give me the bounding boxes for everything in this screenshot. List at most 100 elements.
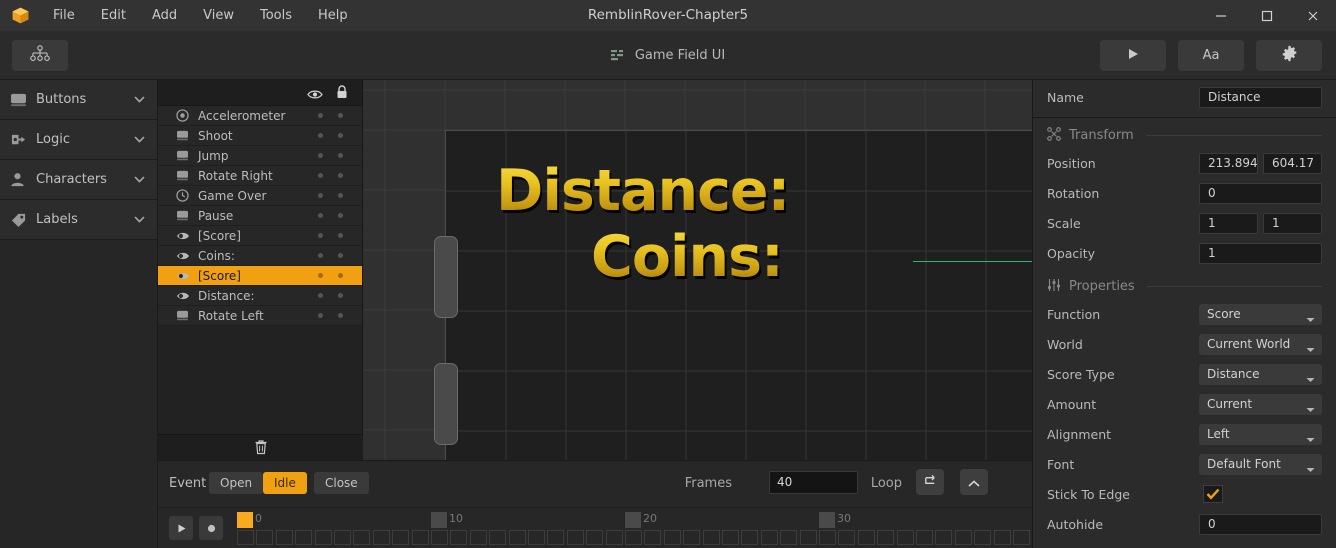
frame-cell[interactable] [1013, 530, 1030, 545]
sidebar-item-buttons[interactable]: Buttons [0, 80, 157, 120]
frame-cell[interactable] [566, 530, 584, 545]
frame-cell[interactable] [974, 530, 992, 545]
eye-icon[interactable] [307, 85, 323, 104]
frame-cell[interactable] [993, 530, 1011, 545]
layer-visibility-toggle[interactable] [318, 233, 323, 238]
opacity-input[interactable]: 1 [1199, 242, 1322, 264]
menu-item-view[interactable]: View [190, 0, 247, 31]
frame-cell[interactable] [586, 530, 604, 545]
layer-visibility-toggle[interactable] [318, 273, 323, 278]
timeline-play-button[interactable] [169, 516, 193, 540]
menu-item-tools[interactable]: Tools [247, 0, 305, 31]
frame-cell[interactable] [314, 530, 332, 545]
frame-cell[interactable] [237, 530, 254, 545]
onscreen-button-left-1[interactable] [434, 236, 458, 318]
layer-row[interactable]: Distance: [158, 286, 362, 306]
menu-item-edit[interactable]: Edit [88, 0, 139, 31]
frame-cell[interactable] [954, 530, 972, 545]
frame-cell[interactable] [392, 530, 410, 545]
frame-cell[interactable] [935, 530, 953, 545]
canvas-viewport[interactable]: Distance: Coins: [363, 80, 1032, 460]
layer-row[interactable]: Game Over [158, 186, 362, 206]
frame-cell[interactable] [411, 530, 429, 545]
frame-cell[interactable] [741, 530, 759, 545]
property-dropdown[interactable]: Left [1199, 423, 1322, 445]
property-dropdown[interactable]: Current [1199, 393, 1322, 415]
lock-icon[interactable] [336, 84, 348, 103]
layer-lock-toggle[interactable] [338, 313, 343, 318]
layer-row[interactable]: Shoot [158, 126, 362, 146]
layer-visibility-toggle[interactable] [318, 313, 323, 318]
menu-item-add[interactable]: Add [139, 0, 190, 31]
frames-input[interactable]: 40 [769, 471, 858, 494]
layer-lock-toggle[interactable] [338, 133, 343, 138]
frame-cell[interactable] [780, 530, 798, 545]
frame-cell[interactable] [857, 530, 875, 545]
layer-row[interactable]: Accelerometer [158, 106, 362, 126]
layer-row[interactable]: Rotate Right [158, 166, 362, 186]
frame-cell[interactable] [702, 530, 720, 545]
frame-cell[interactable] [819, 530, 836, 545]
layer-lock-toggle[interactable] [338, 153, 343, 158]
layer-lock-toggle[interactable] [338, 113, 343, 118]
game-label-distance[interactable]: Distance: [496, 158, 790, 224]
frame-cell[interactable] [625, 530, 642, 545]
close-icon[interactable] [1290, 0, 1336, 31]
frame-cell[interactable] [663, 530, 681, 545]
frame-ruler[interactable]: 0 10 20 30 [236, 508, 1032, 548]
layer-row[interactable]: [Score] [158, 266, 362, 286]
minimize-icon[interactable] [1198, 0, 1244, 31]
scale-y-input[interactable]: 1 [1263, 212, 1322, 234]
menu-item-file[interactable]: File [40, 0, 88, 31]
trash-icon[interactable] [254, 439, 268, 459]
ruler-tick-mark[interactable] [819, 512, 835, 528]
sidebar-item-labels[interactable]: Labels [0, 200, 157, 240]
property-checkbox[interactable] [1203, 485, 1223, 503]
frame-cell[interactable] [644, 530, 662, 545]
frame-cell[interactable] [295, 530, 313, 545]
frame-cell[interactable] [256, 530, 274, 545]
game-label-coins[interactable]: Coins: [591, 224, 784, 290]
frame-cell[interactable] [450, 530, 468, 545]
frame-cell[interactable] [334, 530, 351, 545]
onscreen-button-left-2[interactable] [434, 363, 458, 445]
layer-visibility-toggle[interactable] [318, 173, 323, 178]
layer-row[interactable]: Rotate Left [158, 306, 362, 326]
frame-cell[interactable] [605, 530, 623, 545]
hierarchy-button[interactable] [12, 40, 68, 71]
text-tool-button[interactable]: Aa [1178, 40, 1244, 71]
frame-cell[interactable] [760, 530, 778, 545]
position-y-input[interactable]: 604.17 [1263, 152, 1322, 174]
settings-button[interactable] [1256, 40, 1322, 71]
layer-visibility-toggle[interactable] [318, 193, 323, 198]
frame-cell[interactable] [528, 530, 545, 545]
frame-cell[interactable] [547, 530, 565, 545]
layer-visibility-toggle[interactable] [318, 133, 323, 138]
event-button-idle[interactable]: Idle [263, 472, 307, 494]
frame-cell[interactable] [799, 530, 817, 545]
layer-lock-toggle[interactable] [338, 273, 343, 278]
collapse-button[interactable] [960, 469, 988, 495]
frame-cell[interactable] [916, 530, 933, 545]
layer-lock-toggle[interactable] [338, 293, 343, 298]
scale-x-input[interactable]: 1 [1199, 212, 1258, 234]
layer-row[interactable]: Jump [158, 146, 362, 166]
maximize-icon[interactable] [1244, 0, 1290, 31]
frame-cell[interactable] [838, 530, 856, 545]
layer-visibility-toggle[interactable] [318, 253, 323, 258]
frame-cell[interactable] [508, 530, 526, 545]
frame-cell[interactable] [683, 530, 701, 545]
frame-cell[interactable] [469, 530, 487, 545]
layer-visibility-toggle[interactable] [318, 113, 323, 118]
event-button-open[interactable]: Open [209, 472, 264, 494]
ruler-tick-mark[interactable] [431, 512, 447, 528]
layer-row[interactable]: [Score] [158, 226, 362, 246]
name-input[interactable]: Distance [1199, 86, 1322, 108]
timeline-record-button[interactable] [199, 516, 223, 540]
frame-cell[interactable] [275, 530, 293, 545]
loop-toggle-button[interactable] [916, 469, 944, 495]
property-dropdown[interactable]: Default Font [1199, 453, 1322, 475]
property-input[interactable]: 0 [1199, 513, 1322, 535]
position-x-input[interactable]: 213.894 [1199, 152, 1258, 174]
layer-visibility-toggle[interactable] [318, 293, 323, 298]
